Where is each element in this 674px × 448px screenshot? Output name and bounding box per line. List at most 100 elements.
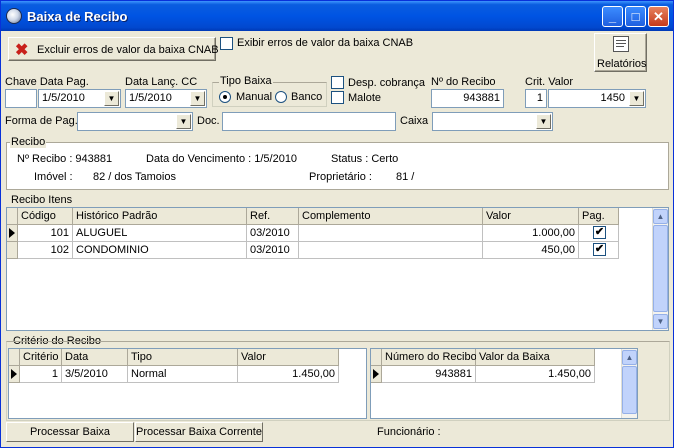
chave-data-pag-label: Chave Data Pag. xyxy=(5,76,89,88)
baixa-col-numero[interactable]: Número do Recibo xyxy=(382,349,477,366)
exclude-errors-label: Excluir erros de valor da baixa CNAB xyxy=(37,44,219,56)
minimize-button[interactable]: _ xyxy=(602,6,623,27)
baixa-scrollbar[interactable]: ▲ xyxy=(621,349,637,418)
processar-baixa-corrente-button[interactable]: Processar Baixa Corrente xyxy=(135,422,263,442)
close-button[interactable]: ✕ xyxy=(648,6,669,27)
scroll-thumb[interactable] xyxy=(653,225,668,312)
current-row-arrow-icon xyxy=(373,369,379,379)
exclude-errors-button[interactable]: ✖ Excluir erros de valor da baixa CNAB xyxy=(8,37,219,61)
imovel-value: 82 / dos Tamoios xyxy=(93,171,176,183)
data-pag-value: 1/5/2010 xyxy=(42,92,85,104)
forma-pag-chevron-down-icon[interactable]: ▼ xyxy=(176,114,191,129)
table-cell[interactable]: 1 xyxy=(20,366,62,383)
itens-col-codigo[interactable]: Código xyxy=(18,208,73,225)
caixa-dropdown[interactable] xyxy=(432,112,553,131)
table-cell[interactable]: 1.450,00 xyxy=(238,366,339,383)
tipo-baixa-label: Tipo Baixa xyxy=(219,75,273,87)
table-cell[interactable]: 3/5/2010 xyxy=(62,366,128,383)
baixa-corner xyxy=(371,349,382,366)
crit-num-input[interactable]: 1 xyxy=(525,89,547,108)
criterio-col-data[interactable]: Data xyxy=(62,349,128,366)
scroll-down-icon[interactable]: ▼ xyxy=(653,314,668,329)
table-cell[interactable]: 1.450,00 xyxy=(476,366,595,383)
reports-button[interactable]: Relatórios xyxy=(594,33,647,72)
table-cell[interactable]: 943881 xyxy=(382,366,476,383)
crit-valor-chevron-down-icon[interactable]: ▼ xyxy=(629,91,644,106)
row-indicator[interactable] xyxy=(371,366,382,383)
desp-cobranca-checkbox[interactable] xyxy=(331,76,344,89)
table-cell[interactable]: 102 xyxy=(18,242,73,259)
crit-valor-label: Crit. Valor xyxy=(525,76,574,88)
proprietario-label: Proprietário : xyxy=(309,171,372,183)
banco-label: Banco xyxy=(291,91,323,103)
maximize-button[interactable]: □ xyxy=(625,6,646,27)
table-cell[interactable]: ALUGUEL xyxy=(73,225,247,242)
table-cell[interactable]: 450,00 xyxy=(483,242,579,259)
caixa-chevron-down-icon[interactable]: ▼ xyxy=(536,114,551,129)
recibo-itens-title: Recibo Itens xyxy=(10,194,74,206)
table-cell[interactable]: 101 xyxy=(18,225,73,242)
criterio-col-criterio[interactable]: Critério xyxy=(20,349,62,366)
data-lanc-value: 1/5/2010 xyxy=(129,92,172,104)
itens-col-historico[interactable]: Histórico Padrão xyxy=(73,208,247,225)
row-indicator[interactable] xyxy=(7,242,18,259)
data-lanc-chevron-down-icon[interactable]: ▼ xyxy=(190,91,205,106)
table-cell[interactable] xyxy=(299,242,483,259)
table-cell[interactable]: 1.000,00 xyxy=(483,225,579,242)
row-indicator[interactable] xyxy=(7,225,18,242)
pag-cell[interactable]: ✔ xyxy=(579,225,619,242)
itens-scrollbar[interactable]: ▲ ▼ xyxy=(652,208,668,330)
app-icon xyxy=(6,8,22,24)
processar-baixa-corrente-label: Processar Baixa Corrente xyxy=(136,426,262,438)
recibo-number-text: Nº Recibo : 943881 xyxy=(17,153,113,165)
num-recibo-input[interactable]: 943881 xyxy=(431,89,504,108)
table-cell[interactable]: 03/2010 xyxy=(247,225,299,242)
table-cell[interactable] xyxy=(299,225,483,242)
criterio-grid: Critério Data Tipo Valor 1 3/5/2010 Norm… xyxy=(8,348,367,419)
current-row-arrow-icon xyxy=(9,228,15,238)
processar-baixa-label: Processar Baixa xyxy=(29,426,111,438)
criterio-col-valor[interactable]: Valor xyxy=(238,349,339,366)
reports-label: Relatórios xyxy=(597,58,647,70)
imovel-label: Imóvel : xyxy=(34,171,73,183)
pag-checkbox[interactable]: ✔ xyxy=(593,243,606,256)
criterio-col-tipo[interactable]: Tipo xyxy=(128,349,238,366)
itens-col-ref[interactable]: Ref. xyxy=(247,208,299,225)
num-recibo-label: Nº do Recibo xyxy=(431,76,496,88)
show-errors-checkbox[interactable] xyxy=(220,37,233,50)
show-errors-label: Exibir erros de valor da baixa CNAB xyxy=(237,37,414,49)
title-bar[interactable]: Baixa de Recibo _ □ ✕ xyxy=(1,1,673,31)
processar-baixa-button[interactable]: Processar Baixa xyxy=(6,422,134,442)
table-cell[interactable]: CONDOMINIO xyxy=(73,242,247,259)
itens-corner xyxy=(7,208,18,225)
malote-checkbox[interactable] xyxy=(331,91,344,104)
doc-input[interactable] xyxy=(222,112,396,131)
recibo-section-title: Recibo xyxy=(10,136,47,148)
pag-cell[interactable]: ✔ xyxy=(579,242,619,259)
data-pag-chevron-down-icon[interactable]: ▼ xyxy=(104,91,119,106)
malote-label: Malote xyxy=(348,92,382,104)
table-cell[interactable]: Normal xyxy=(128,366,238,383)
banco-radio[interactable] xyxy=(275,91,287,103)
doc-label: Doc. xyxy=(197,115,220,127)
scroll-up-icon[interactable]: ▲ xyxy=(653,209,668,224)
table-cell[interactable]: 03/2010 xyxy=(247,242,299,259)
baixa-grid: Número do Recibo Valor da Baixa 943881 1… xyxy=(370,348,638,419)
itens-col-pag[interactable]: Pag. xyxy=(579,208,619,225)
itens-col-valor[interactable]: Valor xyxy=(483,208,579,225)
scroll-up-icon[interactable]: ▲ xyxy=(622,350,637,365)
manual-radio[interactable] xyxy=(219,91,231,103)
row-indicator[interactable] xyxy=(9,366,20,383)
manual-label: Manual xyxy=(236,91,273,103)
pag-checkbox[interactable]: ✔ xyxy=(593,226,606,239)
desp-cobranca-label: Desp. cobrança xyxy=(348,77,426,89)
funcionario-label: Funcionário : xyxy=(377,426,441,438)
proprietario-value: 81 / xyxy=(396,171,415,183)
criterio-corner xyxy=(9,349,20,366)
itens-col-complemento[interactable]: Complemento xyxy=(299,208,483,225)
chave-input[interactable] xyxy=(5,89,37,108)
forma-pag-label: Forma de Pag. xyxy=(5,115,78,127)
baixa-col-valor[interactable]: Valor da Baixa xyxy=(476,349,595,366)
scroll-thumb[interactable] xyxy=(622,366,637,414)
caixa-label: Caixa xyxy=(400,115,429,127)
